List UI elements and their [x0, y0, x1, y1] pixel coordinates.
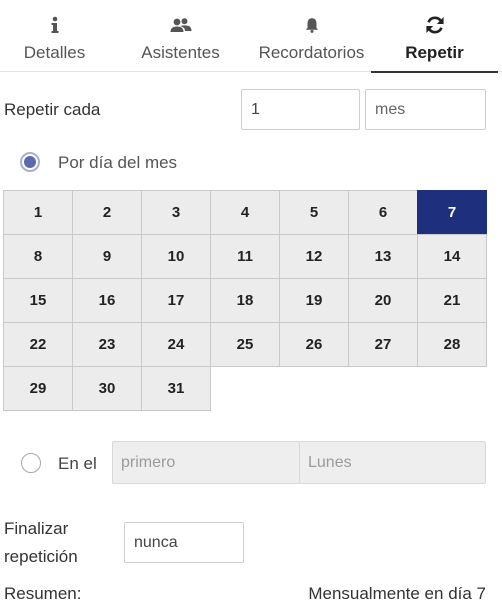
tab-detalles[interactable]: Detalles — [0, 0, 109, 72]
day-cell-6[interactable]: 6 — [348, 190, 418, 235]
ordinal-select[interactable]: primero — [112, 441, 300, 484]
day-cell-9[interactable]: 9 — [72, 234, 142, 279]
day-cell-29[interactable]: 29 — [3, 366, 73, 411]
end-repeat-label-line2: repetición — [4, 547, 78, 566]
day-cell-3[interactable]: 3 — [141, 190, 211, 235]
day-cell-13[interactable]: 13 — [348, 234, 418, 279]
on-the-radio[interactable] — [21, 453, 41, 473]
users-icon — [170, 14, 192, 36]
on-the-label: En el — [58, 454, 97, 473]
repeat-every-label: Repetir cada — [4, 100, 101, 119]
day-of-month-grid: 1 2 3 4 5 6 7 8 9 10 11 12 13 14 15 16 17 18 19 20 21 22 23 24 2… — [3, 190, 487, 411]
interval-input[interactable]: 1 — [241, 89, 360, 130]
tab-bar: Detalles Asistentes Recordatorios Repeti… — [0, 0, 502, 73]
day-cell-30[interactable]: 30 — [72, 366, 142, 411]
end-repeat-input[interactable]: nunca — [124, 522, 244, 563]
weekday-select[interactable]: Lunes — [299, 441, 486, 484]
day-cell-8[interactable]: 8 — [3, 234, 73, 279]
day-cell-15[interactable]: 15 — [3, 278, 73, 323]
summary-text: Mensualmente en día 7 — [308, 584, 486, 603]
day-cell-18[interactable]: 18 — [210, 278, 280, 323]
day-cell-14[interactable]: 14 — [417, 234, 487, 279]
interval-unit-select[interactable]: mes — [365, 89, 486, 130]
bell-icon — [305, 14, 319, 36]
day-cell-25[interactable]: 25 — [210, 322, 280, 367]
radio-dot — [24, 156, 36, 168]
tab-label: Repetir — [405, 43, 464, 62]
end-repeat-label-line1: Finalizar — [4, 519, 69, 538]
by-day-of-month-label: Por día del mes — [58, 153, 178, 172]
refresh-icon — [424, 14, 446, 36]
day-cell-11[interactable]: 11 — [210, 234, 280, 279]
info-icon — [50, 14, 60, 36]
day-cell-1[interactable]: 1 — [3, 190, 73, 235]
day-cell-2[interactable]: 2 — [72, 190, 142, 235]
day-cell-22[interactable]: 22 — [3, 322, 73, 367]
day-cell-24[interactable]: 24 — [141, 322, 211, 367]
day-cell-5[interactable]: 5 — [279, 190, 349, 235]
day-cell-28[interactable]: 28 — [417, 322, 487, 367]
day-cell-27[interactable]: 27 — [348, 322, 418, 367]
day-cell-19[interactable]: 19 — [279, 278, 349, 323]
day-cell-20[interactable]: 20 — [348, 278, 418, 323]
day-cell-16[interactable]: 16 — [72, 278, 142, 323]
by-day-of-month-radio[interactable] — [20, 152, 40, 172]
day-cell-26[interactable]: 26 — [279, 322, 349, 367]
day-cell-23[interactable]: 23 — [72, 322, 142, 367]
tab-label: Recordatorios — [258, 43, 365, 62]
day-cell-12[interactable]: 12 — [279, 234, 349, 279]
day-cell-21[interactable]: 21 — [417, 278, 487, 323]
tab-recordatorios[interactable]: Recordatorios — [252, 0, 371, 72]
tab-repetir[interactable]: Repetir — [371, 0, 498, 73]
summary-label: Resumen: — [4, 584, 82, 603]
day-cell-4[interactable]: 4 — [210, 190, 280, 235]
day-cell-7[interactable]: 7 — [417, 190, 487, 235]
tab-label: Asistentes — [141, 43, 220, 62]
day-cell-17[interactable]: 17 — [141, 278, 211, 323]
day-cell-31[interactable]: 31 — [141, 366, 211, 411]
tab-asistentes[interactable]: Asistentes — [109, 0, 252, 72]
day-cell-10[interactable]: 10 — [141, 234, 211, 279]
tab-label: Detalles — [23, 43, 86, 62]
